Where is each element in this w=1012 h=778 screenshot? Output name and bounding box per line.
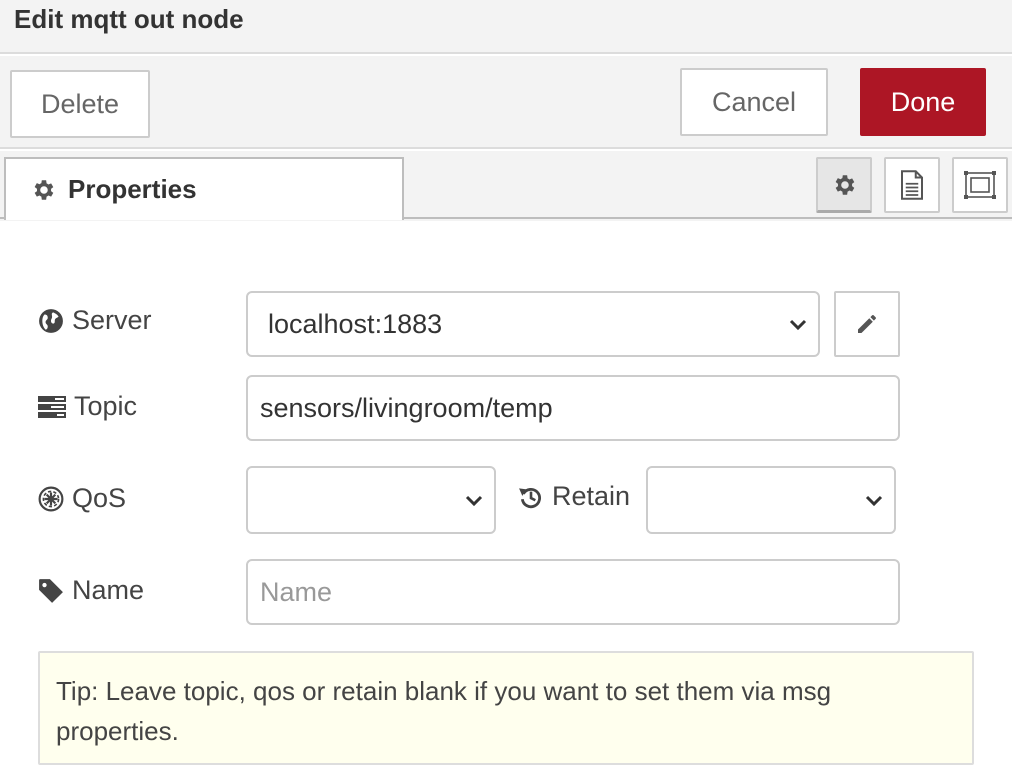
retain-label-text: Retain [552,481,631,511]
history-icon [519,487,541,508]
tag-icon [39,578,63,603]
dialog-toolbar: Delete Cancel Done [0,56,1012,149]
chevron-down-icon [465,495,483,507]
tip-box: Tip: Leave topic, qos or retain blank if… [38,651,974,765]
name-input[interactable]: Name [246,559,900,625]
gear-icon [34,179,54,200]
chevron-down-icon [865,495,883,507]
tab-properties[interactable]: Properties [4,157,404,220]
gear-icon [835,174,855,195]
server-label-text: Server [72,305,152,335]
server-select-value: localhost:1883 [268,308,443,339]
topic-input-value: sensors/livingroom/temp [260,392,553,423]
frame-icon [964,171,996,199]
dialog-title: Edit mqtt out node [14,4,244,34]
name-label: Name [38,575,144,606]
dialog-header: Edit mqtt out node [0,0,1012,54]
chevron-down-icon [789,319,807,331]
retain-label: Retain [518,481,630,512]
tab-properties-label: Properties [68,174,197,204]
edit-node-dialog: Edit mqtt out node Delete Cancel Done Pr… [0,0,1012,778]
server-select[interactable]: localhost:1883 [246,291,820,357]
tasks-icon [38,395,66,418]
topic-label-text: Topic [74,391,138,421]
name-label-text: Name [72,575,145,605]
document-icon [901,170,923,200]
qos-select[interactable] [246,466,496,534]
cancel-button[interactable]: Cancel [680,68,828,136]
name-input-placeholder: Name [260,576,333,607]
globe-icon [39,308,63,333]
empire-icon [38,486,64,511]
topic-label: Topic [38,391,137,422]
delete-button[interactable]: Delete [10,70,150,138]
topic-input[interactable]: sensors/livingroom/temp [246,375,900,441]
qos-label: QoS [38,483,126,514]
qos-label-text: QoS [72,483,127,513]
description-tab-button[interactable] [884,157,940,213]
retain-select[interactable] [646,466,896,534]
edit-server-button[interactable] [834,291,900,357]
server-label: Server [38,305,152,336]
settings-tab-button[interactable] [816,157,872,213]
appearance-tab-button[interactable] [952,157,1008,213]
pencil-icon [858,315,876,333]
done-button[interactable]: Done [860,68,986,136]
